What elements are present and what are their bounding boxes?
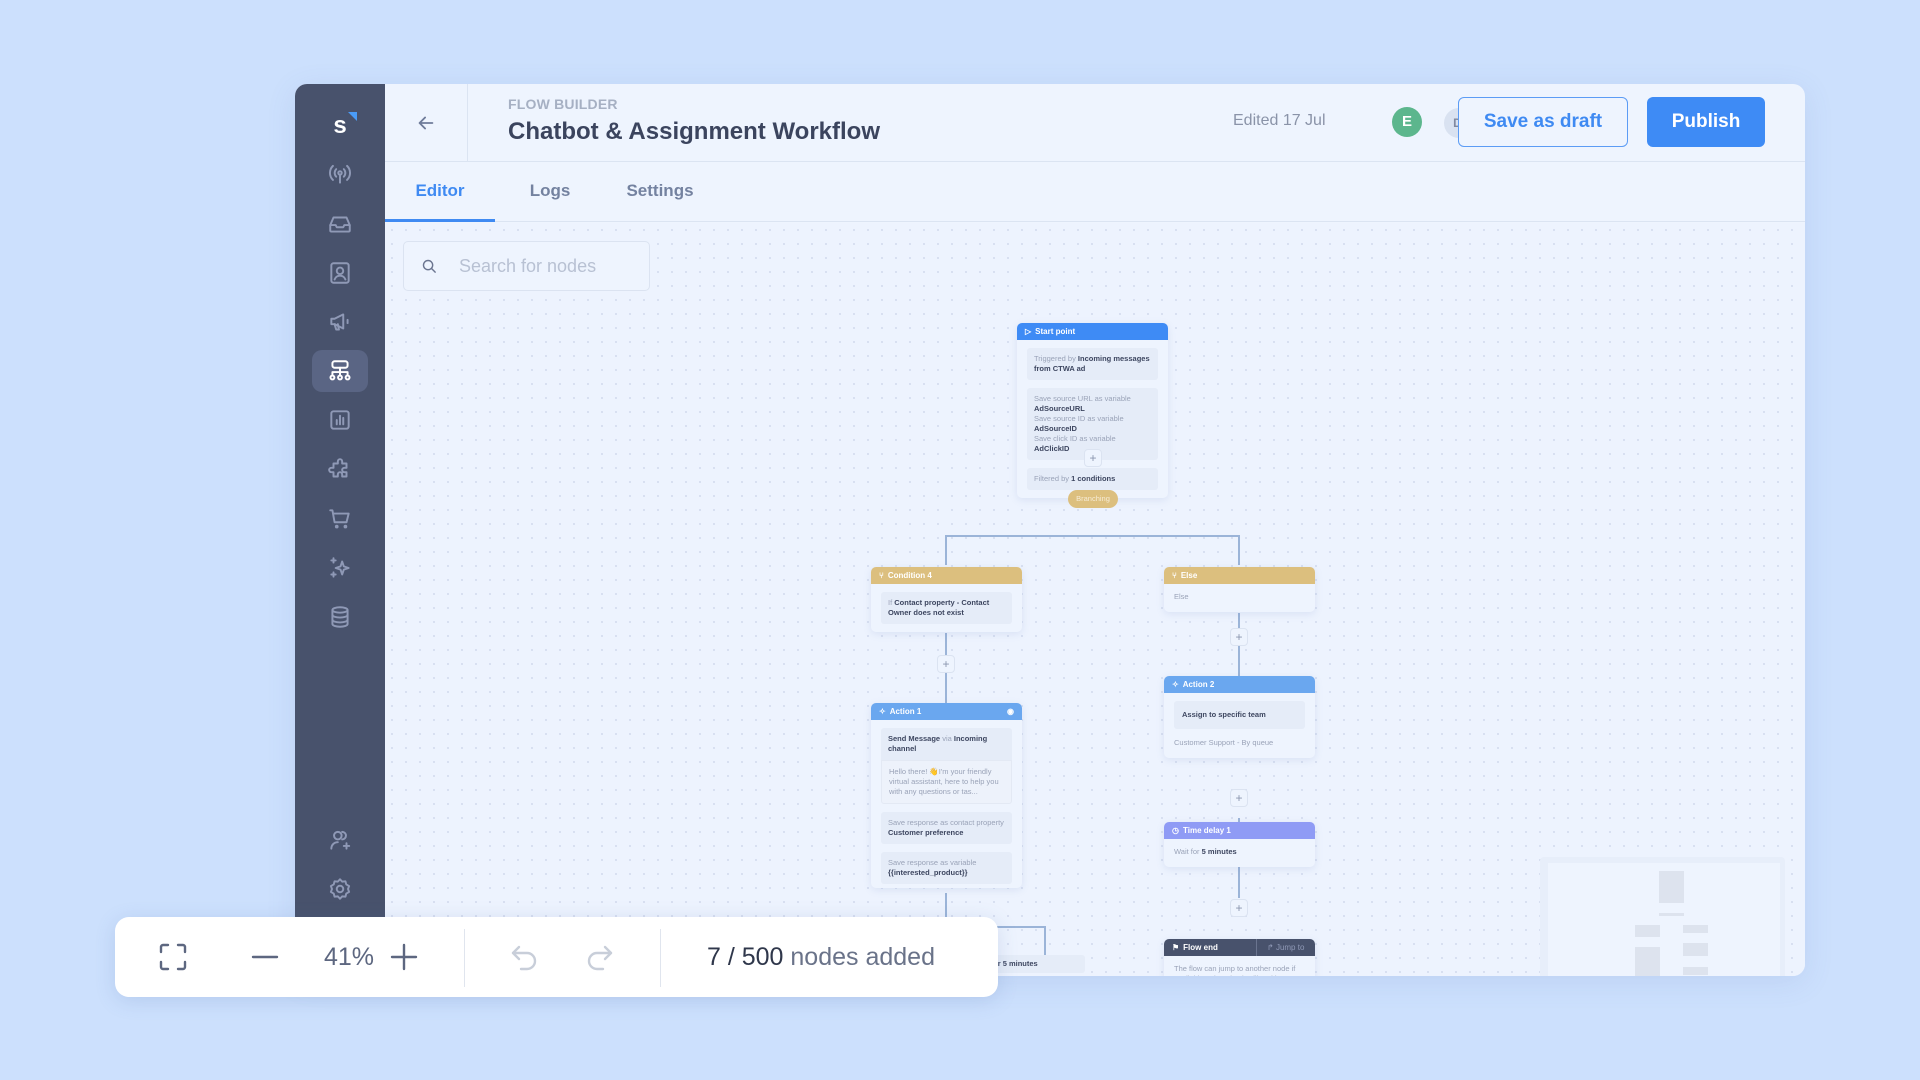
user-plus-icon: [330, 830, 351, 850]
cart-icon: [329, 509, 350, 529]
sidebar-item-data[interactable]: [312, 596, 368, 638]
sidebar-item-broadcast[interactable]: [312, 153, 368, 195]
add-node-button[interactable]: +: [1230, 628, 1248, 646]
branching-badge: Branching: [1068, 490, 1118, 508]
minus-icon: [251, 955, 279, 959]
redo-button[interactable]: [583, 941, 615, 973]
minimap[interactable]: [1540, 857, 1785, 976]
tab-logs[interactable]: Logs: [515, 162, 585, 222]
page-title: Chatbot & Assignment Workflow: [508, 118, 880, 145]
sidebar-item-settings[interactable]: [312, 868, 368, 910]
arrow-left-icon: [418, 116, 434, 130]
add-node-button[interactable]: +: [937, 655, 955, 673]
contact-icon: [330, 262, 350, 284]
undo-button[interactable]: [509, 941, 541, 973]
publish-button[interactable]: Publish: [1647, 97, 1765, 147]
start-node[interactable]: ▷ Start point Triggered by Incoming messa…: [1017, 323, 1168, 498]
add-node-button[interactable]: +: [1230, 789, 1248, 807]
sidebar-item-reports[interactable]: [312, 399, 368, 441]
minimap-node: [1659, 913, 1684, 916]
minimap-node: [1635, 947, 1660, 976]
plus-icon: [390, 943, 418, 971]
minimap-node: [1683, 967, 1708, 975]
connector: [945, 535, 947, 565]
logo[interactable]: s: [295, 106, 385, 146]
time-delay-node[interactable]: ◷ Time delay 1 Wait for 5 minutes: [1164, 822, 1315, 867]
eye-icon[interactable]: ◉: [1007, 703, 1014, 720]
workflow-icon: [329, 360, 351, 381]
avatar[interactable]: E: [1392, 107, 1422, 137]
sidebar-item-ai[interactable]: [312, 547, 368, 589]
connector: [945, 535, 1239, 537]
jump-to-button[interactable]: ↱ Jump to: [1256, 939, 1304, 956]
sparkles-icon: [330, 557, 350, 578]
divider: [660, 929, 661, 987]
tab-settings[interactable]: Settings: [615, 162, 705, 222]
main-area: FLOW BUILDER Chatbot & Assignment Workfl…: [385, 84, 1805, 976]
minimap-node: [1635, 925, 1660, 937]
sidebar-item-invite-users[interactable]: [312, 819, 368, 861]
node-search: [403, 241, 650, 291]
canvas-toolbar: 41% 7 / 500 nodes added: [115, 917, 998, 997]
undo-icon: [511, 945, 537, 971]
play-icon: ▷: [1025, 327, 1032, 336]
flow-canvas[interactable]: ▷Start point Triggered by Incoming messa…: [385, 223, 1805, 976]
sidebar-item-inbox[interactable]: [312, 203, 368, 245]
zoom-out-button[interactable]: [249, 941, 281, 973]
clock-icon: ◷: [1172, 826, 1179, 835]
database-icon: [331, 606, 349, 628]
header: FLOW BUILDER Chatbot & Assignment Workfl…: [385, 84, 1805, 162]
flag-icon: ⚑: [1172, 943, 1180, 952]
action-icon: ✧: [1172, 680, 1179, 689]
sidebar-item-workflows[interactable]: [312, 350, 368, 392]
action-node[interactable]: ✧ Action 1 ◉ Send Message via Incoming cha…: [871, 703, 1022, 888]
zoom-level: 41%: [323, 943, 375, 971]
logo-accent: [348, 112, 357, 121]
minimap-node: [1683, 943, 1708, 956]
tab-editor[interactable]: Editor: [385, 162, 495, 222]
connector: [1238, 535, 1240, 565]
zoom-in-button[interactable]: [388, 941, 420, 973]
gear-icon: [329, 878, 351, 900]
search-icon: [422, 259, 436, 273]
action-icon: ✧: [879, 707, 886, 716]
else-node[interactable]: ⑂ Else Else: [1164, 567, 1315, 612]
sidebar-item-commerce[interactable]: [312, 498, 368, 540]
sidebar-item-campaigns[interactable]: [312, 301, 368, 343]
breadcrumb: FLOW BUILDER: [508, 96, 618, 112]
action-node[interactable]: ✧ Action 2 Assign to specific team Custom…: [1164, 676, 1315, 758]
sidebar: s: [295, 84, 385, 976]
minimap-node: [1683, 925, 1708, 933]
flow-end-node[interactable]: ⚑ Flow end ↱ Jump to The flow can jump to …: [1164, 939, 1315, 976]
chart-icon: [330, 410, 350, 430]
add-node-button[interactable]: +: [1230, 899, 1248, 917]
fit-view-button[interactable]: [157, 941, 189, 973]
add-node-button[interactable]: +: [1084, 449, 1102, 467]
connector: [1044, 926, 1046, 956]
app-window: s FLOW BUILDER Chatbot & Assignment Work…: [295, 84, 1805, 976]
branch-icon: ⑂: [1172, 571, 1177, 580]
tab-bar: Editor Logs Settings: [385, 162, 1805, 222]
divider: [464, 929, 465, 987]
megaphone-icon: [330, 313, 349, 331]
fullscreen-icon: [159, 943, 187, 971]
nodes-counter: 7 / 500 nodes added: [707, 943, 935, 971]
inbox-icon: [329, 216, 351, 233]
redo-icon: [587, 945, 613, 971]
branch-icon: ⑂: [879, 571, 884, 580]
save-draft-button[interactable]: Save as draft: [1458, 97, 1628, 147]
edited-timestamp: Edited 17 Jul: [1233, 112, 1326, 129]
sidebar-item-contacts[interactable]: [312, 252, 368, 294]
broadcast-icon: [329, 164, 351, 184]
back-button[interactable]: [385, 84, 468, 162]
puzzle-icon: [328, 458, 348, 478]
search-input[interactable]: [459, 242, 639, 290]
condition-node[interactable]: ⑂ Condition 4 If Contact property - Conta…: [871, 567, 1022, 632]
minimap-node: [1659, 871, 1684, 903]
sidebar-item-integrations[interactable]: [312, 449, 368, 491]
